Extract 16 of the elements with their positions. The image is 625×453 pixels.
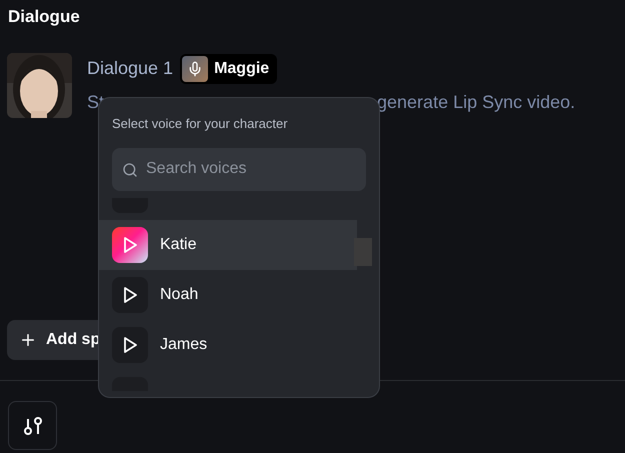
settings-button[interactable] — [8, 401, 57, 450]
voice-chip[interactable]: Maggie — [180, 54, 278, 84]
voice-item[interactable]: Katie — [99, 220, 357, 270]
play-icon[interactable] — [112, 226, 148, 262]
page-title: Dialogue — [8, 6, 81, 28]
search-field[interactable]: Search voices — [112, 148, 366, 190]
hint-text: generate Lip Sync video. — [377, 90, 576, 114]
popup-heading: Select voice for your character — [112, 115, 289, 133]
voice-item[interactable]: Noah — [99, 270, 357, 320]
play-icon[interactable] — [112, 276, 148, 312]
mic-icon — [182, 56, 208, 82]
play-icon[interactable] — [112, 326, 148, 362]
sliders-icon — [22, 414, 42, 436]
search-icon — [122, 162, 138, 178]
dialogue-name: Dialogue 1 — [87, 57, 174, 80]
plus-icon — [19, 331, 37, 349]
